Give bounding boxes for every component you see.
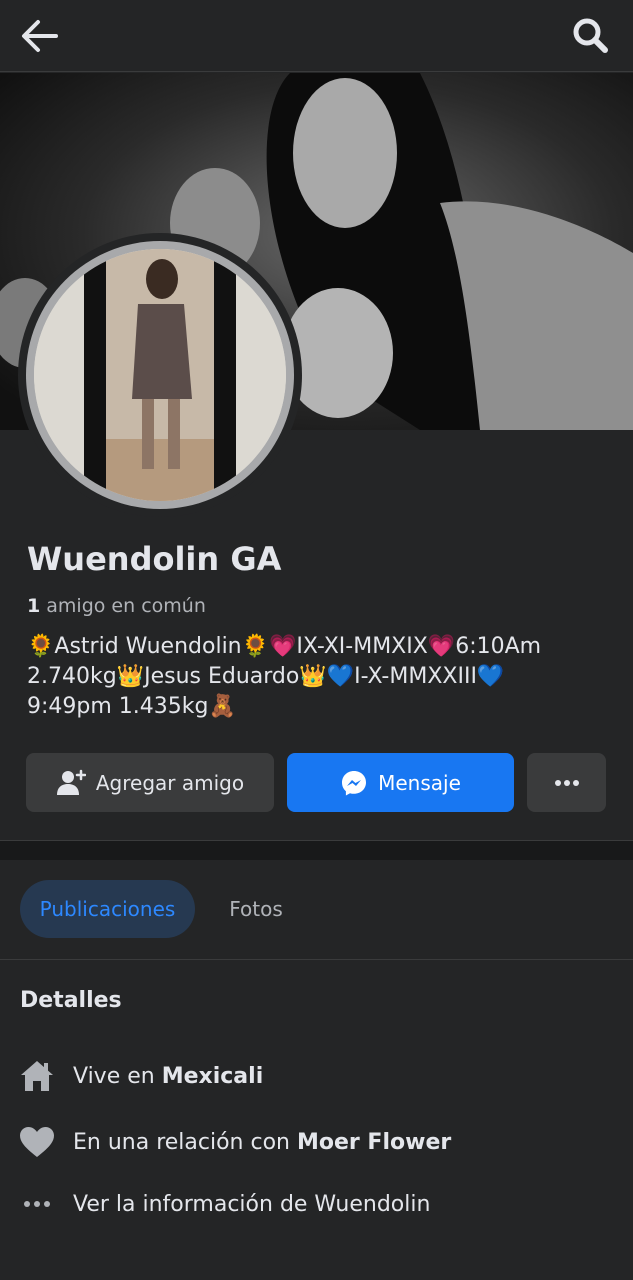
mutual-friends[interactable]: 1 amigo en común xyxy=(27,595,206,617)
lives-city[interactable]: Mexicali xyxy=(162,1064,264,1089)
tab-publicaciones[interactable]: Publicaciones xyxy=(20,880,195,938)
lives-prefix: Vive en xyxy=(73,1063,155,1089)
messenger-icon xyxy=(342,770,367,795)
relationship-prefix: En una relación con xyxy=(73,1129,290,1155)
more-horizontal-icon xyxy=(554,779,579,786)
heart-icon xyxy=(18,1123,56,1161)
relationship-name[interactable]: Moer Flower xyxy=(297,1130,451,1155)
see-info-label: Ver la información de Wuendolin xyxy=(73,1191,431,1217)
more-options-button[interactable] xyxy=(527,753,606,812)
profile-bio: 🌻Astrid Wuendolin🌻💗IX-XI-MMXIX💗6:10Am 2.… xyxy=(27,632,612,722)
profile-name: Wuendolin GA xyxy=(27,540,282,578)
avatar-photo xyxy=(34,249,286,501)
back-button[interactable] xyxy=(18,16,62,56)
search-icon xyxy=(573,18,608,53)
tabs-divider xyxy=(0,959,633,960)
add-friend-icon xyxy=(56,769,86,795)
message-label: Mensaje xyxy=(378,770,461,795)
mutual-text: amigo en común xyxy=(46,595,206,617)
tab-fotos[interactable]: Fotos xyxy=(210,880,302,938)
section-divider xyxy=(0,840,633,860)
add-friend-button[interactable]: Agregar amigo xyxy=(26,753,274,812)
details-heading: Detalles xyxy=(20,988,122,1013)
detail-lives-in[interactable]: Vive en Mexicali xyxy=(18,1056,263,1096)
avatar[interactable] xyxy=(26,241,294,509)
add-friend-label: Agregar amigo xyxy=(95,770,245,795)
arrow-left-icon xyxy=(22,20,58,52)
mutual-count: 1 xyxy=(27,595,41,617)
bio-line: 9:49pm 1.435kg🧸 xyxy=(27,694,236,719)
detail-see-info[interactable]: Ver la información de Wuendolin xyxy=(18,1184,430,1224)
message-button[interactable]: Mensaje xyxy=(287,753,514,812)
top-bar xyxy=(0,0,633,72)
more-horizontal-icon xyxy=(18,1185,56,1223)
detail-relationship[interactable]: En una relación con Moer Flower xyxy=(18,1122,451,1162)
home-icon xyxy=(18,1057,56,1095)
bio-line: 🌻Astrid Wuendolin🌻💗IX-XI-MMXIX💗6:10Am xyxy=(27,634,542,659)
bio-line: 2.740kg👑Jesus Eduardo👑💙I-X-MMXXIII💙 xyxy=(27,664,505,689)
search-button[interactable] xyxy=(571,16,611,56)
